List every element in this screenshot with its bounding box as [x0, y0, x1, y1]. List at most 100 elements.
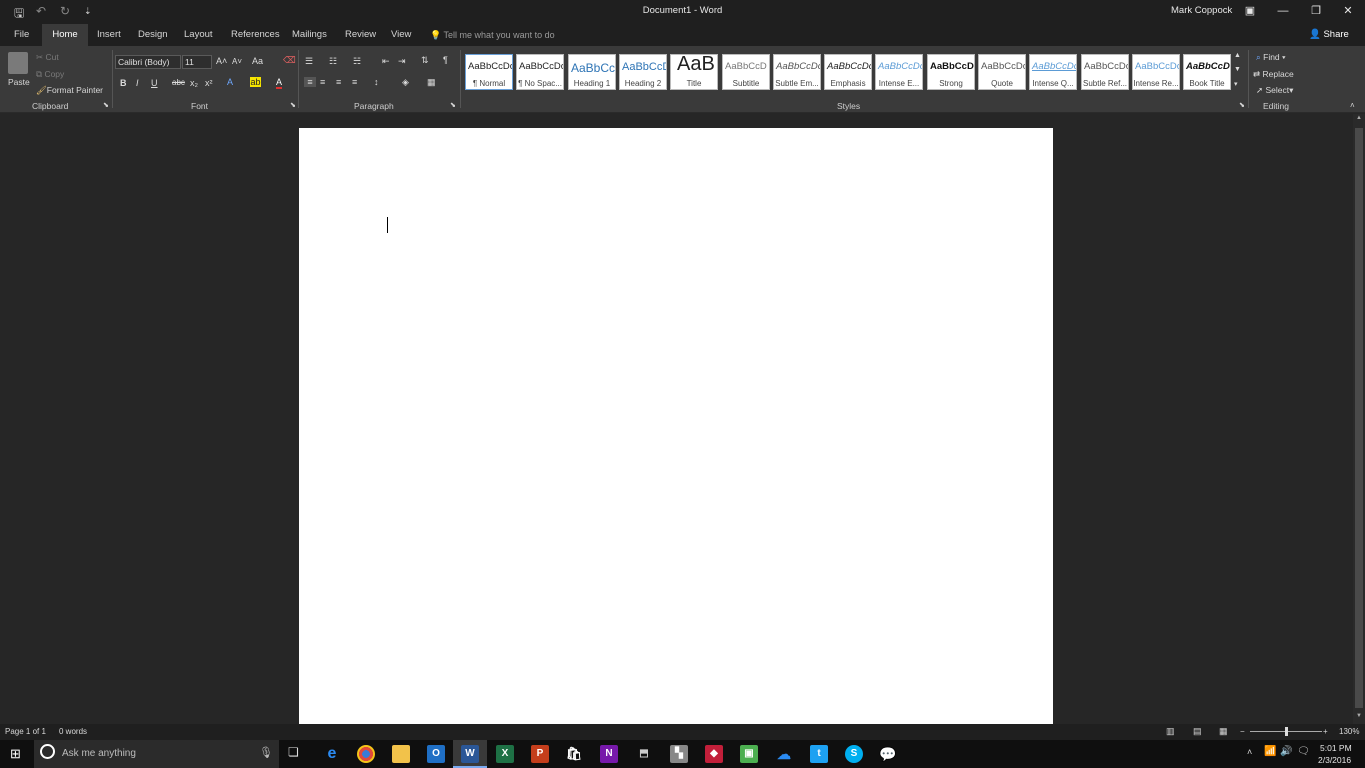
style-gallery-item[interactable]: AaBbCcDc Quote [978, 54, 1026, 90]
strikethrough-icon[interactable]: abc [172, 78, 185, 87]
task-view-icon[interactable]: ❏ [288, 745, 299, 759]
restore-icon[interactable]: ❐ [1301, 2, 1331, 20]
style-gallery-item[interactable]: AaBbCcDc Book Title [1183, 54, 1231, 90]
style-gallery-item[interactable]: AaBbCcD Subtitle [722, 54, 770, 90]
zoom-level[interactable]: 130% [1339, 727, 1359, 736]
close-icon[interactable]: ✕ [1333, 2, 1363, 20]
tab-file[interactable]: File [14, 29, 29, 40]
sort-icon[interactable]: ⇅ [421, 55, 429, 66]
style-gallery-item[interactable]: AaB Title [670, 54, 718, 90]
minimize-icon[interactable]: — [1268, 2, 1298, 20]
bullets-icon[interactable]: ☰ [305, 56, 313, 67]
paragraph-launcher-icon[interactable]: ⬊ [450, 101, 456, 109]
page-count[interactable]: Page 1 of 1 [5, 727, 46, 736]
font-launcher-icon[interactable]: ⬊ [290, 101, 296, 109]
style-gallery-item[interactable]: AaBbCcDc Strong [927, 54, 975, 90]
print-layout-icon[interactable]: ▤ [1193, 726, 1202, 737]
replace-button[interactable]: ⇄ Replace [1253, 69, 1294, 80]
clock-date[interactable]: 2/3/2016 [1318, 755, 1351, 765]
style-gallery-item[interactable]: AaBbCc Heading 1 [568, 54, 616, 90]
gallery-down-icon[interactable]: ▼ [1234, 66, 1241, 73]
web-layout-icon[interactable]: ▦ [1219, 726, 1228, 737]
windows-start-icon[interactable]: ⊞ [10, 746, 21, 762]
edge-icon[interactable]: e [323, 745, 341, 763]
style-gallery-item[interactable]: AaBbCcDc Intense Q... [1029, 54, 1077, 90]
word-icon[interactable]: W [461, 745, 479, 763]
network-icon[interactable]: 📶 [1264, 746, 1276, 757]
skype-icon[interactable]: S [845, 745, 863, 763]
chrome-icon[interactable] [357, 745, 375, 763]
shading-icon[interactable]: ◈ [402, 77, 409, 88]
grow-font-icon[interactable]: A˄ [216, 56, 227, 66]
copy-button[interactable]: ⧉ Copy [36, 69, 64, 80]
increase-indent-icon[interactable]: ⇥ [398, 56, 406, 67]
decrease-indent-icon[interactable]: ⇤ [382, 56, 390, 67]
user-name[interactable]: Mark Coppock [1171, 5, 1232, 16]
zoom-out-icon[interactable]: − [1240, 727, 1245, 736]
font-name-select[interactable]: Calibri (Body) [115, 55, 181, 69]
gallery-up-icon[interactable]: ▲ [1234, 52, 1241, 59]
pilcrow-icon[interactable]: ¶ [443, 55, 448, 65]
zoom-slider-thumb[interactable] [1285, 727, 1288, 736]
app-icon[interactable]: ▚ [670, 745, 688, 763]
file-explorer-icon[interactable] [392, 745, 410, 763]
tab-home[interactable]: Home [42, 24, 88, 46]
styles-launcher-icon[interactable]: ⬊ [1239, 101, 1245, 109]
align-left-icon[interactable]: ≡ [304, 77, 316, 87]
tell-me-box[interactable]: 💡 Tell me what you want to do [430, 30, 555, 41]
style-gallery-item[interactable]: AaBbCcDc Subtle Ref... [1081, 54, 1129, 90]
highlight-icon[interactable]: ab [250, 77, 261, 87]
style-gallery-item[interactable]: AaBbCcDc Emphasis [824, 54, 872, 90]
find-button[interactable]: ⌕ Find ▾ [1256, 52, 1286, 63]
ribbon-display-options-icon[interactable]: ▣ [1235, 2, 1265, 20]
word-count[interactable]: 0 words [59, 727, 87, 736]
share-button[interactable]: 👤 Share [1309, 26, 1355, 44]
align-center-icon[interactable]: ≡ [320, 77, 325, 87]
line-spacing-icon[interactable]: ↕ [374, 77, 379, 87]
tab-review[interactable]: Review [345, 29, 376, 40]
tab-view[interactable]: View [391, 29, 411, 40]
style-gallery-item[interactable]: AaBbCcDc Intense E... [875, 54, 923, 90]
shrink-font-icon[interactable]: A˅ [232, 57, 242, 66]
style-gallery-item[interactable]: AaBbCcDc ¶ No Spac... [516, 54, 564, 90]
twitter-icon[interactable]: t [810, 745, 828, 763]
powerpoint-icon[interactable]: P [531, 745, 549, 763]
excel-icon[interactable]: X [496, 745, 514, 763]
subscript-icon[interactable]: x₂ [190, 78, 198, 88]
collapse-ribbon-icon[interactable]: ˄ [1350, 101, 1355, 110]
font-size-select[interactable]: 11 [182, 55, 212, 69]
justify-icon[interactable]: ≡ [352, 77, 357, 87]
style-gallery-item[interactable]: AaBbCcDc Intense Re... [1132, 54, 1180, 90]
action-center-icon[interactable]: 🗨 [1297, 746, 1310, 757]
outlook-icon[interactable]: O [427, 745, 445, 763]
clipboard-icon[interactable] [8, 52, 28, 74]
borders-icon[interactable]: ▦ [427, 77, 436, 88]
scroll-down-icon[interactable]: ▼ [1356, 713, 1362, 719]
clock-time[interactable]: 5:01 PM [1320, 743, 1352, 753]
paste-button[interactable]: Paste [8, 77, 30, 87]
tab-references[interactable]: References [231, 29, 280, 40]
microphone-icon[interactable]: 🎙 [259, 746, 273, 759]
style-gallery-item[interactable]: AaBbCcD Heading 2 [619, 54, 667, 90]
chevron-up-icon[interactable]: ˄ [1247, 747, 1252, 757]
select-button[interactable]: ➚ Select▾ [1256, 85, 1293, 96]
app-icon[interactable]: ◆ [705, 745, 723, 763]
tab-design[interactable]: Design [138, 29, 168, 40]
onenote-icon[interactable]: N [600, 745, 618, 763]
clipboard-launcher-icon[interactable]: ⬊ [103, 101, 109, 109]
style-gallery-item[interactable]: AaBbCcDc Subtle Em... [773, 54, 821, 90]
zoom-in-icon[interactable]: + [1323, 727, 1328, 736]
tab-insert[interactable]: Insert [97, 29, 121, 40]
scroll-up-icon[interactable]: ▲ [1356, 115, 1362, 121]
store-icon[interactable]: 🛍 [565, 745, 583, 763]
format-painter-button[interactable]: 🖌Format Painter [36, 85, 103, 96]
app-icon[interactable]: ⬒ [635, 745, 653, 763]
numbering-icon[interactable]: ☷ [329, 56, 337, 67]
text-effects-icon[interactable]: A [227, 77, 233, 87]
onedrive-icon[interactable]: ☁ [775, 745, 793, 763]
read-mode-icon[interactable]: ▥ [1166, 726, 1175, 737]
app-icon[interactable]: ▣ [740, 745, 758, 763]
scrollbar-thumb[interactable] [1355, 128, 1363, 708]
italic-icon[interactable]: I [136, 78, 139, 88]
volume-icon[interactable]: 🔊 [1280, 746, 1292, 757]
